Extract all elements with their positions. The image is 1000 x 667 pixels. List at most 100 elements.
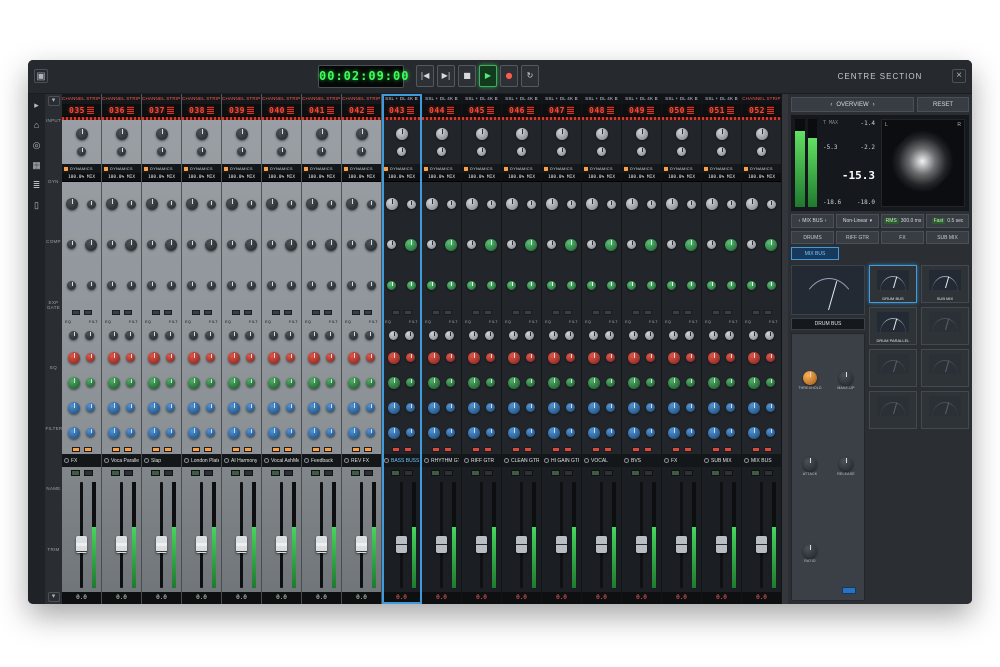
eq-hmf-freq-knob[interactable] (526, 378, 535, 387)
input-trim-knob[interactable] (77, 147, 86, 156)
comp-knob[interactable] (839, 371, 853, 385)
filter-in-button[interactable] (164, 447, 172, 452)
eq-lf-freq-knob[interactable] (326, 428, 335, 437)
home-icon[interactable]: ⌂ (34, 120, 39, 130)
eq-hmf-gain-knob[interactable] (468, 377, 480, 389)
comp-threshold-knob[interactable] (466, 198, 478, 210)
eq-hmf-gain-knob[interactable] (188, 377, 200, 389)
transport-stop-button[interactable]: ■ (458, 65, 476, 87)
arrow-left-icon[interactable]: ‹ (799, 218, 801, 224)
filter-in-button[interactable] (644, 447, 652, 452)
input-trim-knob[interactable] (357, 147, 366, 156)
lp-filter-knob[interactable] (565, 331, 574, 340)
input-trim-knob[interactable] (637, 147, 646, 156)
lp-filter-knob[interactable] (125, 331, 134, 340)
gate-release-knob[interactable] (727, 281, 736, 290)
eq-hmf-gain-knob[interactable] (708, 377, 720, 389)
gate-button[interactable] (724, 310, 732, 315)
filter-in-button[interactable] (524, 447, 532, 452)
bus-tile[interactable]: DRUM PARALLEL (869, 307, 917, 345)
eq-hmf-gain-knob[interactable] (508, 377, 520, 389)
solo-button[interactable] (191, 470, 200, 476)
filter-in-button[interactable] (84, 447, 92, 452)
hp-filter-knob[interactable] (749, 331, 758, 340)
lp-filter-knob[interactable] (85, 331, 94, 340)
eq-hf-freq-knob[interactable] (326, 353, 335, 362)
comp-ratio-knob[interactable] (127, 200, 136, 209)
input-trim-knob[interactable] (557, 147, 566, 156)
eq-hmf-freq-knob[interactable] (86, 378, 95, 387)
comp-threshold-knob[interactable] (146, 198, 158, 210)
eq-hf-gain-knob[interactable] (548, 352, 560, 364)
eq-hf-freq-knob[interactable] (366, 353, 375, 362)
comp-release-knob[interactable] (267, 240, 276, 249)
eq-lf-gain-knob[interactable] (508, 427, 520, 439)
channel-select-icon[interactable] (584, 458, 589, 463)
filter-in-button[interactable] (564, 447, 572, 452)
gate-button[interactable] (484, 310, 492, 315)
eq-hf-gain-knob[interactable] (588, 352, 600, 364)
eq-hmf-freq-knob[interactable] (646, 378, 655, 387)
solo-button[interactable] (591, 470, 600, 476)
eq-lmf-freq-knob[interactable] (206, 403, 215, 412)
mixer-icon[interactable]: ≣ (33, 180, 41, 190)
eq-hf-freq-knob[interactable] (166, 353, 175, 362)
bus-tile[interactable]: DRUM BUS (869, 265, 917, 303)
eq-hf-gain-knob[interactable] (188, 352, 200, 364)
exp-button[interactable] (152, 310, 160, 315)
eq-in-button[interactable] (312, 447, 320, 452)
gate-threshold-knob[interactable] (365, 239, 377, 251)
gate-range-knob[interactable] (747, 281, 756, 290)
input-trim-knob[interactable] (157, 147, 166, 156)
exp-button[interactable] (272, 310, 280, 315)
comp-release-knob[interactable] (747, 240, 756, 249)
comp-ratio-knob[interactable] (207, 200, 216, 209)
comp-ratio-knob[interactable] (447, 200, 456, 209)
eq-lmf-freq-knob[interactable] (726, 403, 735, 412)
channel-name-cell[interactable]: AI Harmony (222, 454, 261, 467)
eq-hmf-freq-knob[interactable] (166, 378, 175, 387)
filter-in-button[interactable] (324, 447, 332, 452)
comp-release-knob[interactable] (147, 240, 156, 249)
lp-filter-knob[interactable] (485, 331, 494, 340)
eq-hmf-freq-knob[interactable] (246, 378, 255, 387)
gate-range-knob[interactable] (707, 281, 716, 290)
eq-hmf-freq-knob[interactable] (446, 378, 455, 387)
gate-range-knob[interactable] (307, 281, 316, 290)
comp-ratio-knob[interactable] (767, 200, 776, 209)
collapse-top-icon[interactable]: ▾ (48, 96, 60, 106)
filter-in-button[interactable] (484, 447, 492, 452)
comp-ratio-knob[interactable] (367, 200, 376, 209)
comp-threshold-knob[interactable] (626, 198, 638, 210)
comp-release-knob[interactable] (307, 240, 316, 249)
gate-button[interactable] (684, 310, 692, 315)
input-trim-knob[interactable] (717, 147, 726, 156)
filter-in-button[interactable] (244, 447, 252, 452)
comp-threshold-knob[interactable] (546, 198, 558, 210)
bus-bank-tab[interactable]: RIFF GTR (836, 231, 879, 244)
filter-in-button[interactable] (404, 447, 412, 452)
filter-in-button[interactable] (764, 447, 772, 452)
eq-hf-freq-knob[interactable] (446, 353, 455, 362)
input-gain-knob[interactable] (316, 128, 328, 140)
gate-button[interactable] (764, 310, 772, 315)
input-gain-knob[interactable] (476, 128, 488, 140)
channel-select-icon[interactable] (344, 458, 349, 463)
eq-hmf-gain-knob[interactable] (548, 377, 560, 389)
input-trim-knob[interactable] (477, 147, 486, 156)
gate-button[interactable] (164, 310, 172, 315)
lp-filter-knob[interactable] (205, 331, 214, 340)
eq-lf-freq-knob[interactable] (446, 428, 455, 437)
input-trim-knob[interactable] (397, 147, 406, 156)
eq-hmf-freq-knob[interactable] (606, 378, 615, 387)
input-gain-knob[interactable] (716, 128, 728, 140)
eq-lf-gain-knob[interactable] (628, 427, 640, 439)
eq-hmf-gain-knob[interactable] (748, 377, 760, 389)
eq-hmf-freq-knob[interactable] (486, 378, 495, 387)
eq-lmf-freq-knob[interactable] (526, 403, 535, 412)
eq-hf-freq-knob[interactable] (566, 353, 575, 362)
hp-filter-knob[interactable] (429, 331, 438, 340)
eq-lf-freq-knob[interactable] (166, 428, 175, 437)
comp-ratio-knob[interactable] (487, 200, 496, 209)
cut-button[interactable] (604, 470, 613, 476)
